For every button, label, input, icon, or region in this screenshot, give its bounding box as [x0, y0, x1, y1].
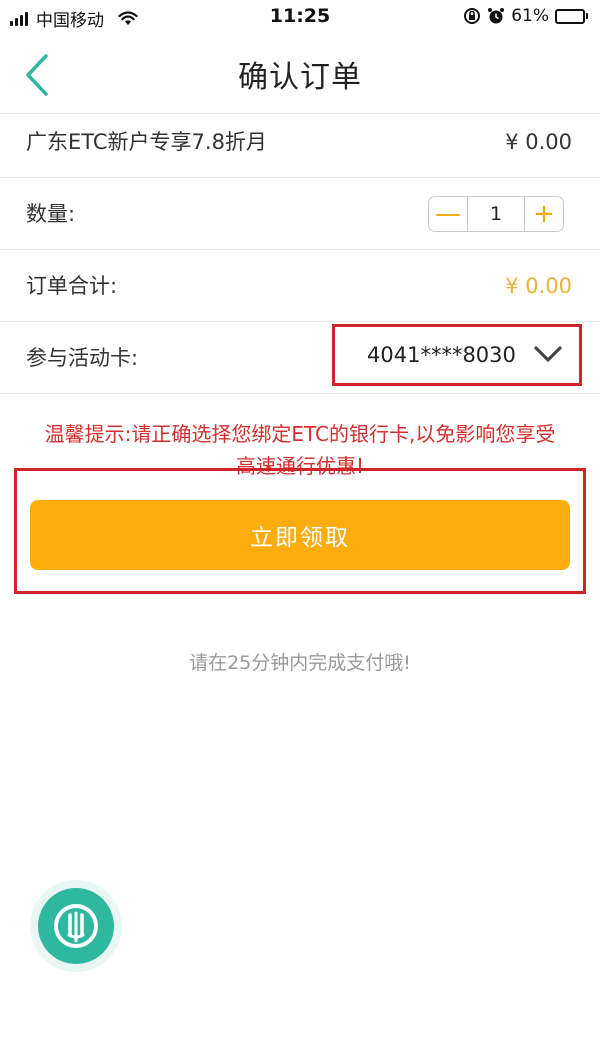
- card-row: 参与活动卡: 4041****8030: [0, 322, 600, 394]
- status-right: 61%: [463, 6, 588, 26]
- alarm-icon: [488, 8, 505, 24]
- page-title: 确认订单: [238, 60, 362, 95]
- product-row: 广东ETC新户专享7.8折月 ¥ 0.00: [0, 106, 600, 178]
- payment-note: 请在25分钟内完成支付哦!: [189, 652, 411, 674]
- battery-icon: [555, 8, 588, 24]
- rotation-lock-icon: [464, 8, 481, 24]
- quantity-stepper: — 1 +: [428, 196, 564, 232]
- status-bar: 中国移动 11:25 61%: [0, 0, 600, 34]
- floating-bank-logo[interactable]: [30, 880, 122, 972]
- card-number: 4041****8030: [367, 343, 516, 367]
- increase-button[interactable]: +: [525, 197, 563, 231]
- total-value: ¥ 0.00: [505, 274, 572, 298]
- quantity-label: 数量:: [26, 202, 76, 226]
- total-row: 订单合计: ¥ 0.00: [0, 250, 600, 322]
- quantity-value[interactable]: 1: [467, 197, 525, 231]
- nav-bar: 确认订单: [0, 34, 600, 114]
- bank-logo-icon: [54, 904, 98, 948]
- battery-percent: 61%: [511, 6, 549, 26]
- card-select[interactable]: 4041****8030: [332, 324, 582, 386]
- product-name: 广东ETC新户专享7.8折月: [26, 130, 267, 154]
- plus-icon: +: [533, 199, 555, 229]
- product-price: ¥ 0.00: [505, 130, 572, 154]
- total-label: 订单合计:: [26, 274, 118, 298]
- claim-button[interactable]: 立即领取: [30, 500, 570, 570]
- decrease-button[interactable]: —: [429, 197, 467, 231]
- card-label: 参与活动卡:: [26, 346, 139, 370]
- chevron-down-icon: [534, 346, 562, 362]
- minus-icon: —: [435, 199, 461, 229]
- quantity-row: 数量: — 1 +: [0, 178, 600, 250]
